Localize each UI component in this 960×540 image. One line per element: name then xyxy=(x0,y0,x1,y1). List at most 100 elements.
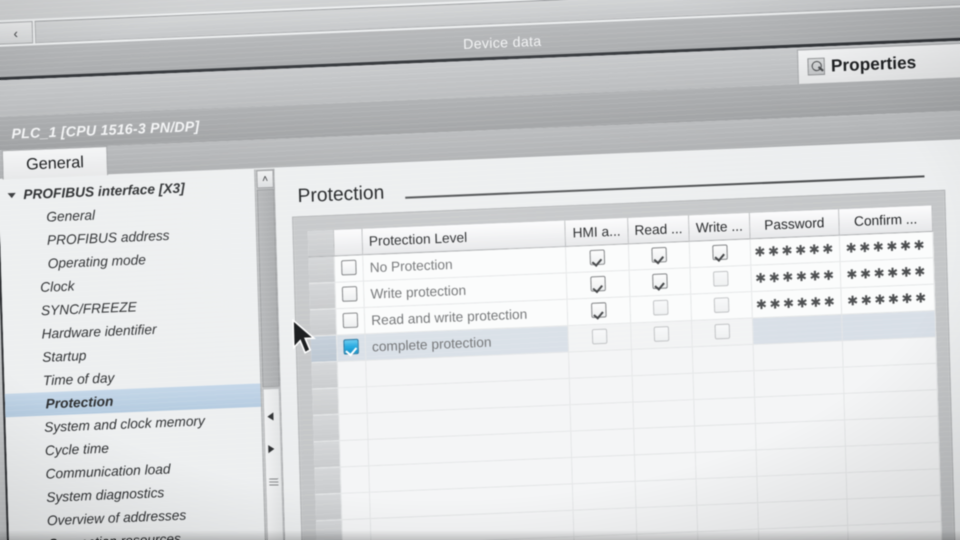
empty-cell[interactable] xyxy=(757,473,848,504)
empty-cell[interactable] xyxy=(694,397,756,427)
row-select-cell[interactable] xyxy=(337,334,367,362)
splitter-right-arrow-icon[interactable] xyxy=(268,444,275,454)
read-access-checkbox[interactable] xyxy=(651,246,668,265)
splitter-grip[interactable] xyxy=(269,478,279,487)
empty-cell[interactable] xyxy=(846,469,941,500)
read-access-checkbox[interactable] xyxy=(652,299,669,318)
header-confirm-password[interactable]: Confirm ... xyxy=(839,205,934,236)
write-access-checkbox-cell[interactable] xyxy=(691,292,753,322)
write-access-checkbox-cell[interactable] xyxy=(692,318,754,348)
empty-cell[interactable] xyxy=(341,492,371,521)
empty-cell[interactable] xyxy=(338,387,368,415)
read-access-checkbox-cell[interactable] xyxy=(631,321,693,350)
row-gutter[interactable] xyxy=(315,493,343,522)
empty-cell[interactable] xyxy=(754,367,845,398)
header-password[interactable]: Password xyxy=(749,209,840,240)
empty-cell[interactable] xyxy=(695,450,758,480)
empty-cell[interactable] xyxy=(340,466,371,494)
row-gutter[interactable] xyxy=(312,388,340,416)
empty-cell[interactable] xyxy=(572,481,637,511)
empty-cell[interactable] xyxy=(633,400,696,430)
empty-cell[interactable] xyxy=(340,439,370,468)
read-access-checkbox[interactable] xyxy=(652,272,668,292)
row-select-cell[interactable] xyxy=(335,281,365,310)
row-gutter[interactable] xyxy=(313,441,341,469)
scroll-up-button[interactable]: ˄ xyxy=(256,169,274,189)
protection-level-checkbox[interactable] xyxy=(341,285,358,305)
empty-cell[interactable] xyxy=(756,446,847,477)
read-access-checkbox-cell[interactable] xyxy=(629,268,692,298)
empty-cell[interactable] xyxy=(337,360,368,389)
hmi-access-checkbox-cell[interactable] xyxy=(568,323,632,353)
empty-cell[interactable] xyxy=(635,452,697,482)
row-gutter[interactable] xyxy=(311,361,339,390)
empty-cell[interactable] xyxy=(693,371,756,401)
empty-cell[interactable] xyxy=(842,337,937,368)
password-cell[interactable]: ✱✱✱✱✱✱ xyxy=(752,288,843,319)
empty-cell[interactable] xyxy=(695,424,757,453)
hmi-access-checkbox-cell[interactable] xyxy=(567,297,632,327)
empty-cell[interactable] xyxy=(339,413,369,442)
hmi-access-checkbox-cell[interactable] xyxy=(566,244,630,274)
password-cell[interactable]: ✱✱✱✱✱✱ xyxy=(750,235,841,266)
empty-cell[interactable] xyxy=(845,416,940,447)
empty-cell[interactable] xyxy=(569,349,633,379)
read-access-checkbox[interactable] xyxy=(653,325,670,345)
row-gutter[interactable] xyxy=(308,256,336,284)
write-access-checkbox[interactable] xyxy=(712,243,728,263)
back-button[interactable]: ‹ xyxy=(0,21,34,45)
hmi-access-checkbox[interactable] xyxy=(591,301,607,321)
empty-cell[interactable] xyxy=(845,442,941,474)
empty-cell[interactable] xyxy=(844,390,939,421)
row-gutter[interactable] xyxy=(314,467,342,495)
password-cell[interactable]: ✱✱✱✱✱✱ xyxy=(751,262,842,293)
row-gutter[interactable] xyxy=(313,414,341,443)
empty-cell[interactable] xyxy=(570,402,635,432)
empty-cell[interactable] xyxy=(692,344,755,374)
protection-level-table[interactable]: Protection Level HMI a... Read ... Write ..… xyxy=(307,205,943,540)
empty-cell[interactable] xyxy=(572,455,636,485)
confirm-password-cell[interactable] xyxy=(842,311,937,342)
confirm-password-cell[interactable]: ✱✱✱✱✱✱ xyxy=(841,284,936,315)
protection-level-checkbox[interactable] xyxy=(342,311,359,331)
empty-cell[interactable] xyxy=(697,503,759,533)
hmi-access-checkbox[interactable] xyxy=(589,248,606,268)
confirm-password-cell[interactable]: ✱✱✱✱✱✱ xyxy=(840,258,935,289)
header-write-access[interactable]: Write ... xyxy=(689,213,751,242)
write-access-checkbox[interactable] xyxy=(712,270,729,289)
header-gutter[interactable] xyxy=(307,230,335,258)
empty-cell[interactable] xyxy=(632,373,695,403)
splitter-left-arrow-icon[interactable] xyxy=(267,412,274,421)
empty-cell[interactable] xyxy=(569,376,634,406)
write-access-checkbox-cell[interactable] xyxy=(689,239,752,269)
hmi-access-checkbox[interactable] xyxy=(590,275,606,294)
empty-cell[interactable] xyxy=(758,499,849,530)
password-cell[interactable] xyxy=(752,314,843,345)
hmi-access-checkbox-cell[interactable] xyxy=(566,270,631,300)
empty-cell[interactable] xyxy=(631,347,694,377)
chevron-down-icon[interactable] xyxy=(7,192,16,199)
read-access-checkbox-cell[interactable] xyxy=(628,241,691,271)
write-access-checkbox-cell[interactable] xyxy=(690,265,753,295)
confirm-password-cell[interactable]: ✱✱✱✱✱✱ xyxy=(839,231,934,263)
properties-tree[interactable]: PROFIBUS interface [X3] General PROFIBUS a… xyxy=(0,169,267,540)
empty-cell[interactable] xyxy=(755,394,846,425)
empty-cell[interactable] xyxy=(755,420,846,451)
protection-level-checkbox[interactable] xyxy=(343,338,359,357)
empty-cell[interactable] xyxy=(696,476,759,506)
empty-cell[interactable] xyxy=(753,341,844,372)
row-select-cell[interactable] xyxy=(336,308,366,336)
row-select-cell[interactable] xyxy=(334,255,364,283)
empty-cell[interactable] xyxy=(847,495,942,526)
empty-cell[interactable] xyxy=(634,426,696,456)
empty-cell[interactable] xyxy=(843,363,938,395)
header-select[interactable] xyxy=(334,228,364,257)
header-read-access[interactable]: Read ... xyxy=(628,215,690,245)
protection-level-checkbox[interactable] xyxy=(341,259,357,278)
hmi-access-checkbox[interactable] xyxy=(591,328,608,347)
write-access-checkbox[interactable] xyxy=(714,323,731,342)
row-gutter[interactable] xyxy=(309,282,337,311)
header-hmi-access[interactable]: HMI a... xyxy=(565,218,629,247)
empty-cell[interactable] xyxy=(635,479,698,509)
write-access-checkbox[interactable] xyxy=(713,296,730,316)
